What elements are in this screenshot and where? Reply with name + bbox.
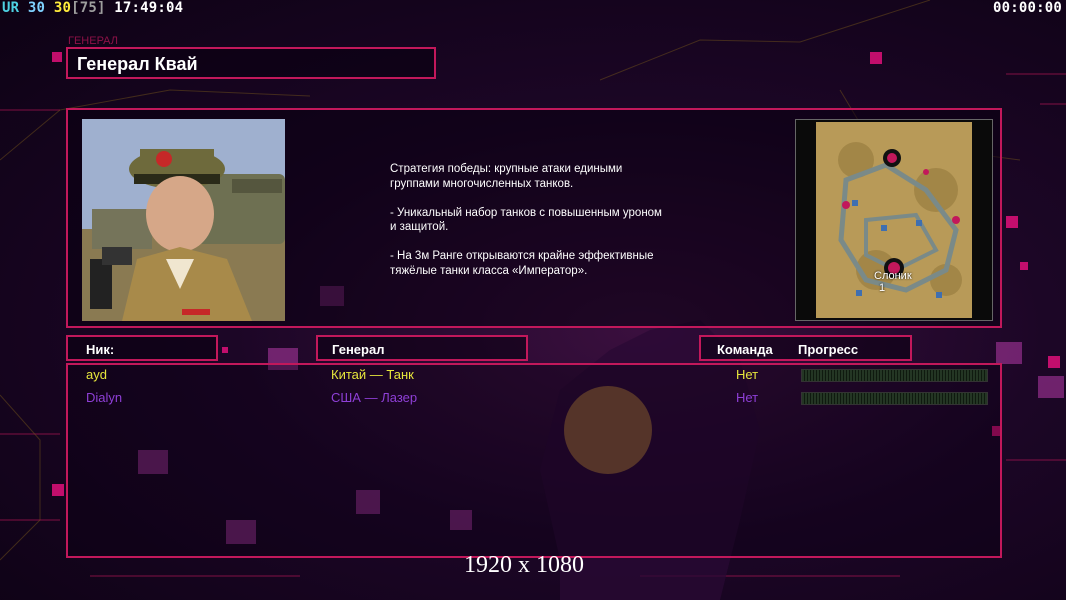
progress-header-label: Прогресс xyxy=(798,342,859,357)
general-description: Стратегия победы: крупные атаки едиными … xyxy=(390,163,662,277)
minimap-player-label: Слоник xyxy=(874,270,912,282)
general-name: Генерал Квай xyxy=(77,54,198,74)
team-header-label: Команда xyxy=(717,342,773,357)
player-row[interactable]: Dialyn США — Лазер Нет xyxy=(68,388,1004,408)
players-list: ayd Китай — Танк Нет Dialyn США — Лазер … xyxy=(66,363,1002,558)
general-info-panel: Стратегия победы: крупные атаки едиными … xyxy=(66,108,1002,328)
player-team[interactable]: Нет xyxy=(736,390,758,405)
game-timer: 00:00:00 xyxy=(992,0,1062,16)
general-column-header: Генерал xyxy=(316,335,528,361)
team-progress-header: Команда Прогресс xyxy=(699,335,912,361)
minimap-image xyxy=(816,122,972,318)
general-portrait xyxy=(82,119,285,321)
player-general[interactable]: Китай — Танк xyxy=(331,367,414,382)
player-row[interactable]: ayd Китай — Танк Нет xyxy=(68,365,1004,385)
ur-indicator: UR xyxy=(2,0,20,16)
fps-value-2: 30 xyxy=(53,0,72,16)
nick-header-label: Ник: xyxy=(86,342,115,357)
fps-cap: [75] xyxy=(71,0,106,16)
player-team[interactable]: Нет xyxy=(736,367,758,382)
minimap[interactable]: Слоник 1 xyxy=(795,119,993,321)
portrait-image xyxy=(82,119,285,321)
player-progress-bar xyxy=(801,392,988,405)
general-title-panel: Генерал Квай xyxy=(66,47,436,79)
nick-column-header: Ник: xyxy=(66,335,218,361)
minimap-player-slot: 1 xyxy=(879,282,886,294)
resolution-label: 1920 x 1080 xyxy=(464,552,584,578)
hud-stats: UR 30 30[75] 17:49:04 xyxy=(2,0,183,16)
player-nick: Dialyn xyxy=(86,390,123,405)
general-tag: ГЕНЕРАЛ xyxy=(68,35,118,47)
player-nick: ayd xyxy=(86,367,107,382)
fps-value: 30 xyxy=(27,0,46,16)
player-general[interactable]: США — Лазер xyxy=(331,390,417,405)
player-progress-bar xyxy=(801,369,988,382)
general-header-label: Генерал xyxy=(332,342,385,357)
system-clock: 17:49:04 xyxy=(114,0,184,16)
